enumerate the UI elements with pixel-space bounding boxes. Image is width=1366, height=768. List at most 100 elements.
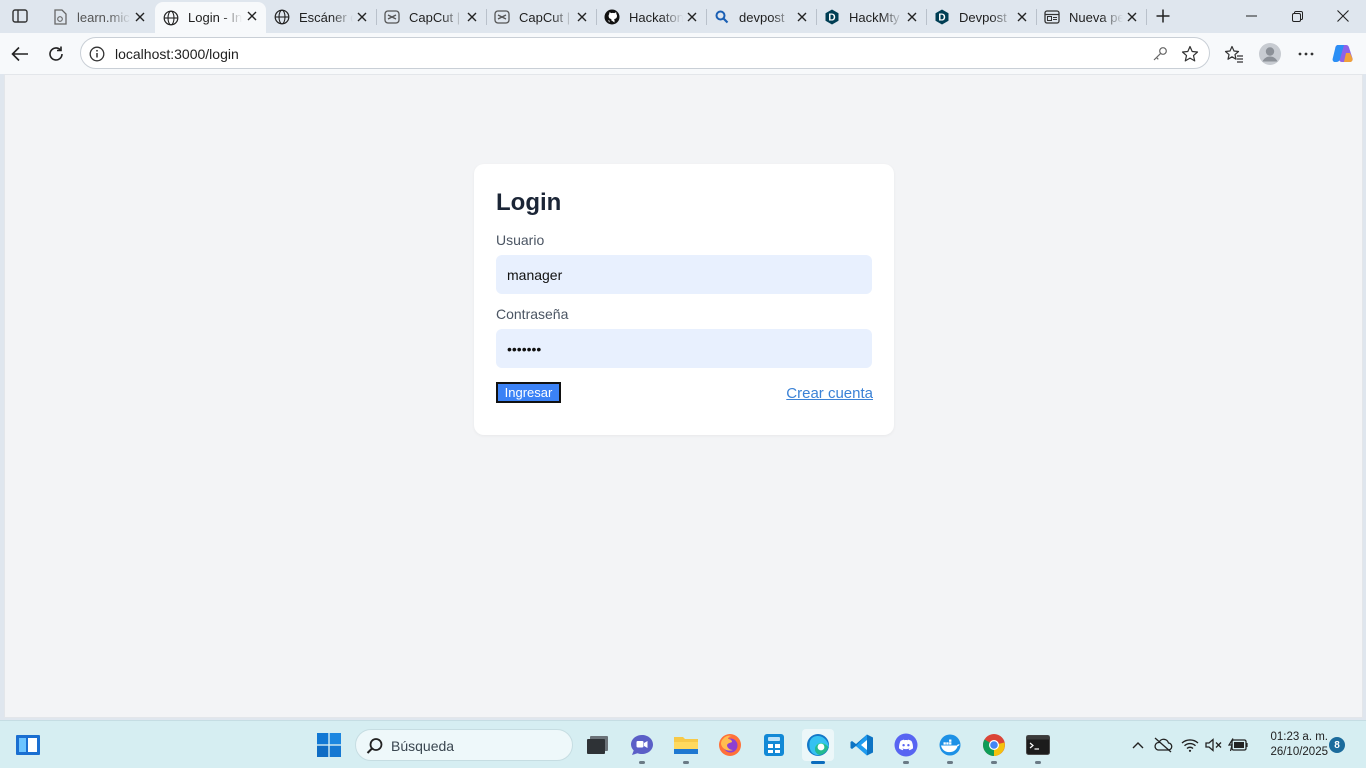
copilot-icon[interactable] bbox=[1329, 40, 1357, 68]
close-icon[interactable] bbox=[464, 9, 480, 25]
show-hidden-icons-chevron-icon[interactable] bbox=[1128, 735, 1148, 755]
running-indicator bbox=[811, 761, 825, 764]
tab-strip: learn.mic Login - In Escáner d CapCut | … bbox=[0, 0, 1366, 33]
svg-text:D: D bbox=[828, 13, 835, 24]
notification-badge[interactable]: 8 bbox=[1329, 737, 1345, 753]
tab-login[interactable]: Login - In bbox=[155, 2, 266, 33]
tab-escaner[interactable]: Escáner d bbox=[266, 3, 376, 31]
tab-title: devpost bbox=[739, 9, 785, 25]
close-icon[interactable] bbox=[354, 9, 370, 25]
password-input[interactable] bbox=[496, 329, 872, 368]
tab-hackaton[interactable]: Hackaton bbox=[596, 3, 706, 31]
tab-title: HackMty bbox=[849, 9, 900, 25]
restore-icon[interactable] bbox=[1274, 0, 1320, 32]
tab-title: Devpost bbox=[959, 9, 1007, 25]
address-bar[interactable]: localhost:3000/login bbox=[80, 37, 1210, 69]
tab-capcut-2[interactable]: CapCut | bbox=[486, 3, 596, 31]
close-icon[interactable] bbox=[1014, 9, 1030, 25]
profile-avatar[interactable] bbox=[1256, 40, 1284, 68]
site-info-icon[interactable] bbox=[88, 45, 106, 63]
close-icon[interactable] bbox=[1124, 9, 1140, 25]
more-options-icon[interactable] bbox=[1292, 40, 1320, 68]
page-icon bbox=[52, 9, 68, 25]
onedrive-offline-icon[interactable] bbox=[1153, 735, 1173, 755]
edge-icon[interactable] bbox=[802, 729, 834, 764]
calculator-icon[interactable] bbox=[758, 729, 790, 761]
tab-title: Login - In bbox=[188, 10, 242, 25]
taskbar-search[interactable]: Búsqueda bbox=[355, 729, 573, 761]
login-button[interactable]: Ingresar bbox=[496, 382, 561, 403]
windows-taskbar: Búsqueda 01:23 a. m. 26/10/2025 8 bbox=[0, 720, 1366, 768]
task-view-icon[interactable] bbox=[582, 729, 614, 761]
tab-actions-menu-icon[interactable] bbox=[8, 5, 32, 27]
tab-capcut-1[interactable]: CapCut | bbox=[376, 3, 486, 31]
teams-icon[interactable] bbox=[626, 729, 658, 764]
clock-date: 26/10/2025 bbox=[1270, 746, 1328, 758]
close-icon[interactable] bbox=[904, 9, 920, 25]
running-indicator bbox=[1035, 761, 1041, 764]
tab-title: Nueva pe bbox=[1069, 9, 1123, 25]
page-title: Login bbox=[496, 189, 562, 216]
firefox-icon[interactable] bbox=[714, 729, 746, 761]
tab-title: CapCut | bbox=[409, 9, 461, 25]
wifi-icon[interactable] bbox=[1180, 735, 1200, 755]
discord-icon[interactable] bbox=[890, 729, 922, 764]
tab-devpost-search[interactable]: devpost bbox=[706, 3, 816, 31]
favorite-star-icon[interactable] bbox=[1180, 44, 1200, 64]
username-label: Usuario bbox=[496, 232, 545, 248]
newtab-page-icon bbox=[1044, 9, 1060, 25]
back-arrow-icon[interactable] bbox=[6, 40, 34, 68]
password-label: Contraseña bbox=[496, 306, 569, 322]
window-close-icon[interactable] bbox=[1320, 0, 1366, 32]
minimize-icon[interactable] bbox=[1228, 0, 1274, 32]
widgets-icon[interactable] bbox=[12, 729, 44, 761]
tab-hackmty[interactable]: D HackMty bbox=[816, 3, 926, 31]
chrome-icon[interactable] bbox=[978, 729, 1010, 764]
tab-title: CapCut | bbox=[519, 9, 571, 25]
svg-text:D: D bbox=[938, 13, 945, 24]
refresh-icon[interactable] bbox=[42, 40, 70, 68]
url-text[interactable]: localhost:3000/login bbox=[115, 46, 239, 62]
search-icon bbox=[366, 737, 384, 755]
tab-separator bbox=[1146, 9, 1147, 25]
search-placeholder: Búsqueda bbox=[391, 738, 455, 754]
tab-title: learn.mic bbox=[77, 9, 130, 25]
favorites-icon[interactable] bbox=[1220, 40, 1248, 68]
globe-icon bbox=[163, 10, 179, 26]
username-input[interactable] bbox=[496, 255, 872, 294]
new-tab-plus-icon[interactable] bbox=[1152, 5, 1174, 27]
password-key-icon[interactable] bbox=[1151, 45, 1169, 63]
tab-title: Hackaton bbox=[629, 9, 683, 25]
file-explorer-icon[interactable] bbox=[670, 729, 702, 764]
running-indicator bbox=[991, 761, 997, 764]
running-indicator bbox=[947, 761, 953, 764]
close-icon[interactable] bbox=[132, 9, 148, 25]
globe-icon bbox=[274, 9, 290, 25]
close-icon[interactable] bbox=[684, 9, 700, 25]
battery-icon[interactable] bbox=[1228, 735, 1248, 755]
devpost-icon: D bbox=[934, 9, 950, 25]
running-indicator bbox=[903, 761, 909, 764]
clock[interactable]: 01:23 a. m. 26/10/2025 bbox=[1256, 730, 1328, 760]
login-card: Login Usuario Contraseña Ingresar Crear … bbox=[474, 164, 894, 435]
tab-title: Escáner d bbox=[299, 9, 353, 25]
search-icon bbox=[714, 9, 730, 25]
terminal-icon[interactable] bbox=[1022, 729, 1054, 764]
clock-time: 01:23 a. m. bbox=[1270, 731, 1328, 743]
close-icon[interactable] bbox=[574, 9, 590, 25]
tab-new-page[interactable]: Nueva pe bbox=[1036, 3, 1146, 31]
tab-devpost[interactable]: D Devpost bbox=[926, 3, 1036, 31]
start-windows-icon[interactable] bbox=[313, 729, 345, 761]
vscode-icon[interactable] bbox=[846, 729, 878, 761]
close-icon[interactable] bbox=[794, 9, 810, 25]
capcut-icon bbox=[384, 9, 400, 25]
devpost-icon: D bbox=[824, 9, 840, 25]
docker-icon[interactable] bbox=[934, 729, 966, 764]
volume-muted-icon[interactable] bbox=[1204, 735, 1224, 755]
github-icon bbox=[604, 9, 620, 25]
tab-learn[interactable]: learn.mic bbox=[44, 3, 154, 31]
create-account-link[interactable]: Crear cuenta bbox=[786, 385, 873, 402]
page-viewport: Login Usuario Contraseña Ingresar Crear … bbox=[4, 74, 1363, 718]
close-icon[interactable] bbox=[244, 8, 260, 24]
capcut-icon bbox=[494, 9, 510, 25]
